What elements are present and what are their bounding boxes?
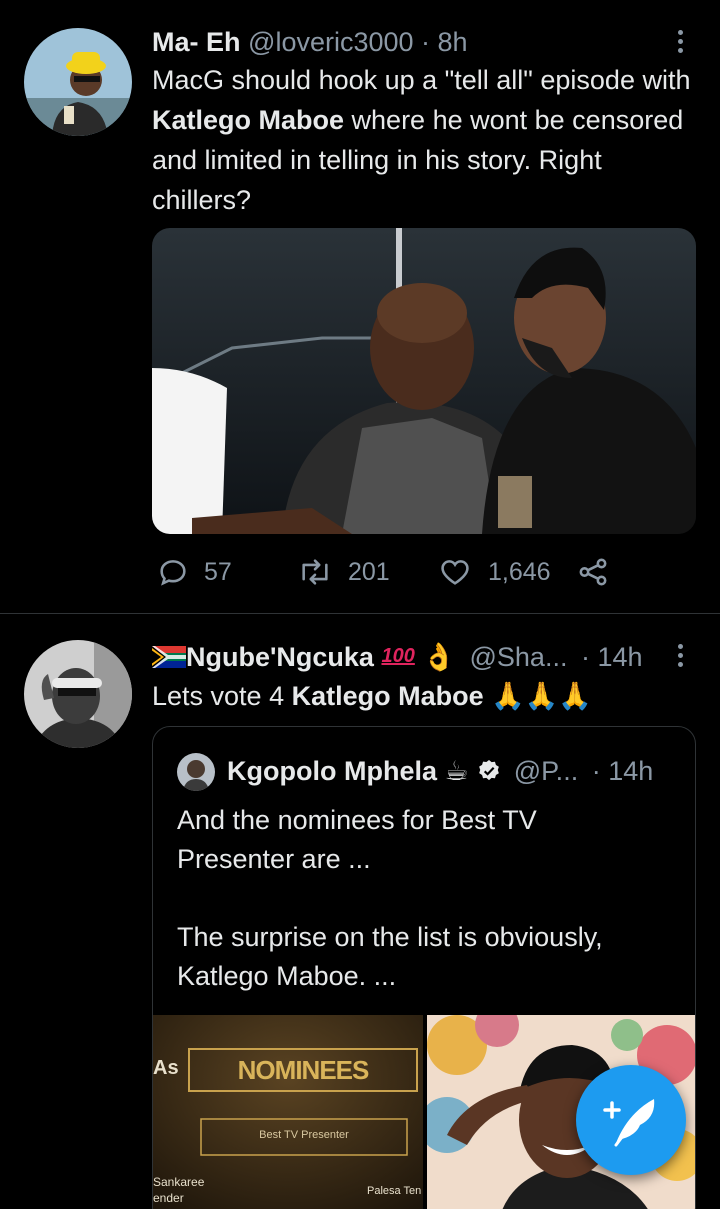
tweet-2-header: Ngube'Ngcuka 100 👌 @Sha... · 14h (152, 640, 643, 673)
tweet-2-avatar[interactable] (24, 640, 132, 748)
nominee-name-right: Palesa Ten (367, 1185, 422, 1197)
quoted-header: Kgopolo Mphela ☕ @P... · 14h (227, 755, 653, 787)
tweet-1-photo[interactable] (152, 228, 696, 534)
quoted-handle: @P... (513, 756, 579, 786)
reply-icon (160, 560, 186, 586)
quoted-text: And the nominees for Best TV Presenter a… (177, 805, 603, 991)
nominee-name-left-2: ender (153, 1191, 184, 1205)
compose-feather-icon (603, 1099, 655, 1147)
quoted-media-nominees[interactable]: As NOMINEES Best TV Presenter Sankaree e… (153, 1015, 423, 1209)
south-africa-flag-icon (152, 643, 186, 668)
hundred-icon: 100 (381, 645, 415, 667)
coffee-icon: ☕ (444, 756, 469, 786)
display-name[interactable]: Ma- Eh (152, 27, 241, 57)
mention-bold: Katlego Maboe (152, 105, 345, 135)
more-options-icon[interactable] (676, 644, 684, 671)
tweet-1-avatar[interactable] (24, 28, 132, 136)
nominee-name-left-1: Sankaree (153, 1175, 205, 1189)
verified-badge-icon (476, 758, 502, 784)
tweet-1-text: MacG should hook up a "tell all" episode… (152, 65, 691, 215)
display-name[interactable]: Ngube'Ngcuka (186, 642, 374, 672)
like-count: 1,646 (488, 557, 551, 586)
praying-hands-icon: 🙏🙏🙏 (491, 681, 592, 711)
category-label: Best TV Presenter (259, 1129, 349, 1141)
quoted-avatar[interactable] (177, 753, 215, 791)
handle[interactable]: @Sha... (470, 642, 568, 672)
nominees-title: NOMINEES (237, 1055, 370, 1085)
award-logo-text: As (153, 1057, 179, 1079)
compose-tweet-button[interactable] (576, 1065, 686, 1175)
reply-count: 57 (204, 557, 232, 586)
heart-icon (441, 560, 469, 585)
quoted-timestamp: · 14h (591, 756, 654, 786)
reply-button[interactable]: 57 (156, 555, 232, 589)
like-button[interactable]: 1,646 (438, 555, 551, 589)
quoted-display-name: Kgopolo Mphela (227, 756, 437, 786)
timestamp[interactable]: · 14h (581, 642, 643, 672)
retweet-button[interactable]: 201 (296, 555, 390, 589)
tweet-1-header: Ma- Eh @loveric3000 · 8h (152, 26, 468, 58)
tweet-2-text: Lets vote 4 Katlego Maboe 🙏🙏🙏 (152, 681, 592, 711)
tweet-1-actions: 57 201 1,646 (152, 555, 632, 595)
more-options-icon[interactable] (676, 30, 684, 57)
timestamp[interactable]: · 8h (421, 27, 468, 57)
ok-hand-icon: 👌 (422, 642, 456, 672)
share-button[interactable] (576, 555, 610, 589)
tweet-1[interactable]: Ma- Eh @loveric3000 · 8h MacG should hoo… (0, 0, 720, 612)
handle[interactable]: @loveric3000 (248, 27, 414, 57)
retweet-icon (302, 559, 328, 585)
retweet-count: 201 (348, 557, 390, 586)
share-icon (579, 558, 607, 586)
